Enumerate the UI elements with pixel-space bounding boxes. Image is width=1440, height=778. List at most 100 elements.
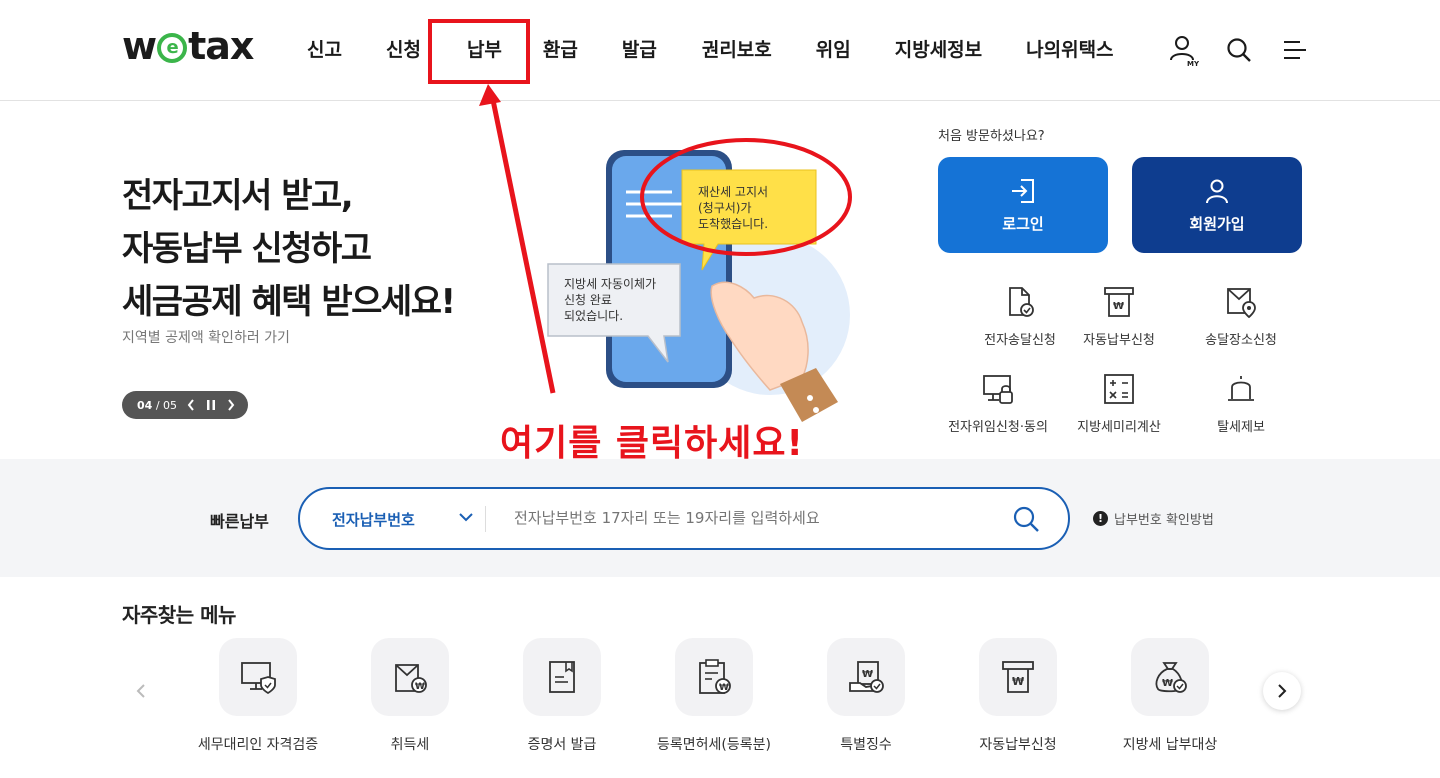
- hero-title-line: 전자고지서 받고,: [122, 176, 354, 216]
- wetax-logo[interactable]: w e tax: [122, 24, 254, 68]
- nav-item-issue[interactable]: 발급: [622, 34, 657, 66]
- frequent-menu-item[interactable]: ₩ 특별징수: [790, 638, 942, 754]
- pay-number-input[interactable]: [514, 509, 984, 527]
- prev-slide-icon[interactable]: [185, 397, 197, 413]
- quick-link-label: 자동납부신청: [1083, 333, 1155, 348]
- logo-e-mark: e: [157, 33, 188, 63]
- frequent-menu-title: 자주찾는 메뉴: [122, 603, 236, 627]
- frequent-menu-label: 세무대리인 자격검증: [197, 737, 319, 753]
- quick-link-auto-pay[interactable]: ₩ 자동납부신청: [1054, 285, 1184, 348]
- pager-count: 04 / 05: [137, 398, 178, 412]
- carousel-next-button[interactable]: [1263, 672, 1301, 710]
- fast-pay-search-box: 전자납부번호: [298, 487, 1070, 550]
- nav-item-local-tax-info[interactable]: 지방세정보: [895, 34, 982, 66]
- quick-link-tax-calculator[interactable]: 지방세미리계산: [1054, 372, 1184, 435]
- help-label: 납부번호 확인방법: [1114, 513, 1214, 528]
- next-slide-icon[interactable]: [225, 397, 237, 413]
- svg-text:₩: ₩: [1012, 675, 1024, 688]
- frequent-menu-tile: [219, 638, 297, 716]
- pay-number-type-select[interactable]: 전자납부번호: [332, 509, 415, 530]
- yellow-bubble-line: 재산세 고지서: [698, 185, 768, 199]
- frequent-menu-label: 자동납부신청: [979, 737, 1057, 753]
- quick-link-label: 전자위임신청·동의: [948, 420, 1048, 435]
- quick-link-delivery-location[interactable]: 송달장소신청: [1176, 285, 1306, 348]
- info-icon: !: [1093, 511, 1108, 526]
- highlight-box: [428, 19, 530, 84]
- frequent-menu-tile: ₩: [675, 638, 753, 716]
- hero-subtitle-link[interactable]: 지역별 공제액 확인하러 가기: [122, 327, 290, 347]
- yellow-bubble-line: 도착했습니다.: [698, 217, 768, 231]
- quick-link-e-delegation[interactable]: 전자위임신청·동의: [933, 372, 1063, 435]
- frequent-menu-tile: ₩: [979, 638, 1057, 716]
- search-icon[interactable]: [1222, 32, 1256, 68]
- svg-text:₩: ₩: [415, 682, 425, 692]
- calculator-icon: [1104, 374, 1134, 404]
- signup-button[interactable]: 회원가입: [1132, 157, 1302, 253]
- phone-illustration: 재산세 고지서 (청구서)가 도착했습니다. 지방세 자동이체가 신청 완료 되…: [547, 150, 850, 422]
- quick-link-label: 송달장소신청: [1205, 333, 1277, 348]
- frequent-menu-item[interactable]: ₩ 자동납부신청: [942, 638, 1094, 754]
- special-collection-icon: ₩: [849, 661, 884, 693]
- frequent-menu-label: 특별징수: [840, 737, 892, 753]
- frequent-menu-tile: ₩: [371, 638, 449, 716]
- hero-title: 전자고지서 받고, 자동납부 신청하고 세금공제 혜택 받으세요!: [122, 170, 456, 329]
- acquisition-tax-icon: ₩: [395, 664, 427, 693]
- nav-item-refund[interactable]: 환급: [543, 34, 578, 66]
- certificate-icon: [549, 661, 575, 693]
- user-my-icon[interactable]: MY: [1166, 32, 1200, 68]
- nav-item-apply[interactable]: 신청: [386, 34, 421, 66]
- frequent-menu-item[interactable]: ₩ 지방세 납부대상: [1094, 638, 1246, 754]
- registration-tax-icon: ₩: [699, 659, 731, 694]
- carousel-prev-button[interactable]: [122, 672, 160, 710]
- fast-pay-label: 빠른납부: [210, 512, 269, 531]
- frequent-menu-item[interactable]: ₩ 등록면허세(등록분): [638, 638, 790, 754]
- frequent-menu-item[interactable]: 세무대리인 자격검증: [182, 638, 334, 754]
- slide-pager: 04 / 05: [122, 391, 248, 419]
- frequent-menu-item[interactable]: ₩ 취득세: [334, 638, 486, 754]
- quick-link-label: 전자송달신청: [984, 333, 1056, 348]
- yellow-bubble-line: (청구서)가: [698, 201, 752, 215]
- nav-item-rights-protection[interactable]: 권리보호: [702, 34, 772, 66]
- frequent-menu-tile: [523, 638, 601, 716]
- chevron-left-icon: [136, 684, 145, 698]
- nav-item-report[interactable]: 신고: [307, 34, 342, 66]
- frequent-menu-tile: ₩: [827, 638, 905, 716]
- delivery-location-icon: [1227, 288, 1256, 319]
- chevron-down-icon[interactable]: [458, 509, 474, 529]
- signup-label: 회원가입: [1189, 214, 1245, 233]
- quick-link-label: 지방세미리계산: [1077, 420, 1161, 435]
- frequent-menu-tile: ₩: [1131, 638, 1209, 716]
- e-delivery-icon: [1009, 287, 1034, 317]
- site-header: w e tax 신고 신청 납부 환급 발급 권리보호 위임 지방세정보 나의위택스…: [0, 0, 1440, 101]
- annotation-click-here-text: 여기를 클릭하세요!: [500, 423, 804, 464]
- auto-pay-icon: ₩: [1104, 287, 1134, 317]
- chevron-right-icon: [1278, 684, 1287, 698]
- divider: [485, 506, 486, 532]
- pause-icon[interactable]: [205, 397, 217, 413]
- pay-search-icon[interactable]: [1012, 505, 1040, 537]
- login-label: 로그인: [1002, 214, 1044, 233]
- quick-link-tax-evasion-report[interactable]: 탈세제보: [1176, 372, 1306, 435]
- main-nav: 신고 신청 납부 환급 발급 권리보호 위임 지방세정보 나의위택스: [288, 34, 1114, 66]
- svg-text:₩: ₩: [1162, 678, 1173, 689]
- nav-item-my-wetax[interactable]: 나의위택스: [1026, 34, 1113, 66]
- pay-number-help-link[interactable]: ! 납부번호 확인방법: [1093, 509, 1214, 528]
- frequent-menu-label: 등록면허세(등록분): [657, 737, 771, 753]
- gray-bubble-line: 지방세 자동이체가: [564, 277, 656, 291]
- login-button[interactable]: 로그인: [938, 157, 1108, 253]
- frequent-menu-item[interactable]: 증명서 발급: [486, 638, 638, 754]
- frequent-menu-label: 취득세: [390, 737, 430, 753]
- menu-icon[interactable]: [1278, 32, 1312, 68]
- svg-text:₩: ₩: [719, 683, 729, 693]
- gray-bubble-line: 신청 완료: [564, 293, 612, 307]
- svg-text:₩: ₩: [1113, 301, 1124, 312]
- gray-bubble-line: 되었습니다.: [564, 309, 623, 323]
- hero-title-line: 세금공제 혜택 받으세요!: [122, 282, 456, 322]
- auto-pay-icon: ₩: [1002, 661, 1034, 693]
- monitor-shield-icon: [241, 662, 276, 695]
- quick-link-label: 탈세제보: [1217, 420, 1265, 435]
- svg-text:₩: ₩: [862, 669, 873, 680]
- e-delegation-icon: [983, 375, 1013, 404]
- svg-text:MY: MY: [1187, 60, 1199, 67]
- nav-item-delegation[interactable]: 위임: [816, 34, 851, 66]
